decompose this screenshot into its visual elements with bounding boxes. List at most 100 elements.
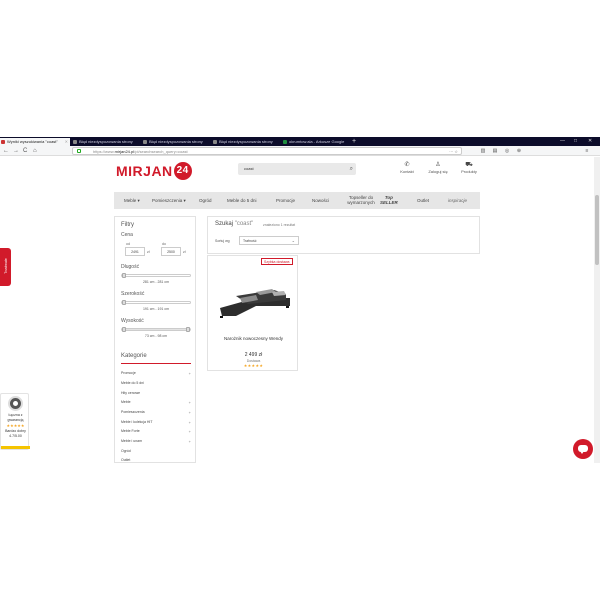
browser-window: Wyniki wyszukiwania "coast" ✕ Błąd niezd… — [0, 137, 600, 463]
trust-widget[interactable]: Łączna z gwarancją ★★★★★ Bardzo dobry 4.… — [0, 393, 30, 450]
nav-ogrod[interactable]: Ogród — [199, 192, 212, 209]
lock-icon — [77, 149, 81, 153]
phone-icon: ✆ — [404, 162, 410, 168]
category-meble-unam[interactable]: Meble i unam + — [121, 439, 191, 444]
side-rating-tab[interactable]: Trustmate — [0, 248, 11, 286]
logo-badge: 24 — [173, 162, 192, 180]
trust-line4: 4.7/5.00 — [9, 433, 22, 438]
price-from-input[interactable]: 2491 — [125, 247, 145, 256]
category-promocje[interactable]: Promocje + — [121, 371, 191, 376]
chevron-down-icon: ⌄ — [291, 238, 295, 243]
url-prefix: https://www. — [93, 149, 115, 154]
close-window-icon[interactable]: ✕ — [588, 137, 592, 146]
nav-outlet[interactable]: Outlet — [417, 192, 429, 209]
category-outlet[interactable]: Outlet — [121, 458, 191, 462]
results-header: Szukaj "coast" znaleziono 1 rezultat Sor… — [207, 216, 480, 254]
tab-search-results[interactable]: Wyniki wyszukiwania "coast" ✕ — [0, 138, 70, 146]
topseller-line2: wymarzonych — [347, 200, 375, 205]
category-label: Meble i kolekcja HIT — [121, 420, 153, 424]
close-tab-icon[interactable]: ✕ — [65, 138, 68, 146]
scrollbar-thumb[interactable] — [595, 195, 599, 265]
tab-error-1[interactable]: Błąd niezdyspozowania strony — [72, 138, 140, 146]
product-name[interactable]: Narożnik nowoczesny Wendy — [208, 336, 299, 341]
contact-link[interactable]: ✆ Kontakt — [395, 162, 419, 174]
category-ogrod[interactable]: Ogród — [121, 449, 191, 453]
tab-error-3[interactable]: Błąd niezdyspozowania strony — [212, 138, 280, 146]
filters-sidebar: Filtry Cena od do 2491 zł 2500 zł Długoś… — [114, 216, 196, 463]
browser-toolbar: ← → C ⌂ https://www.mirjan24.pl/pl/searc… — [0, 146, 600, 156]
nav-topseller[interactable]: Topseller do wymarzonych — [344, 195, 378, 212]
address-bar[interactable]: https://www.mirjan24.pl/pl/searchsearch_… — [72, 147, 462, 155]
categories-title: Kategorie — [121, 353, 147, 359]
category-meble-forte[interactable]: Meble Forte + — [121, 429, 191, 434]
sidebar-icon[interactable]: ▤ — [492, 148, 498, 154]
search-icon[interactable]: ⌕ — [350, 165, 353, 173]
cart-link[interactable]: ⛟ Produkty — [457, 162, 481, 174]
maximize-icon[interactable]: □ — [574, 137, 577, 146]
logo-text: MIRJAN — [116, 163, 173, 179]
reload-button[interactable]: C — [23, 147, 27, 155]
login-link[interactable]: ♙ Zaloguj się — [426, 162, 450, 174]
tab-error-2[interactable]: Błąd niezdyspozowania strony — [142, 138, 210, 146]
category-pomieszczenia[interactable]: Pomieszczenia + — [121, 410, 191, 415]
category-meble-5-dni[interactable]: Meble do 5 dni — [121, 381, 191, 385]
home-button[interactable]: ⌂ — [33, 147, 37, 155]
fast-delivery-badge: Szybka dostawa — [261, 258, 293, 265]
favicon-icon — [143, 140, 147, 144]
search-input[interactable]: coast ⌕ — [238, 163, 356, 175]
length-range: 281 cm - 281 cm — [142, 280, 170, 284]
width-slider[interactable] — [121, 300, 191, 305]
filters-title: Filtry — [121, 222, 134, 228]
sheets-favicon-icon — [283, 140, 287, 144]
nav-promocje[interactable]: Promocje — [276, 192, 295, 209]
expand-icon[interactable]: + — [189, 429, 191, 434]
site-logo[interactable]: MIRJAN 24 — [116, 162, 192, 180]
slider-handle-min[interactable] — [122, 327, 126, 332]
category-hit[interactable]: Meble i kolekcja HIT + — [121, 420, 191, 425]
page-actions-icon[interactable]: ··· ☆ — [449, 148, 458, 155]
tab-title: okrumtow.ala - Arkusze Google — [289, 139, 345, 144]
nav-meble-5-dni[interactable]: Meble do 5 dni — [227, 192, 257, 209]
expand-icon[interactable]: + — [189, 420, 191, 425]
shield-icon[interactable]: ◎ — [504, 148, 510, 154]
height-range: 73 cm - 98 cm — [144, 334, 168, 338]
nav-inspiracje[interactable]: inspiracje — [448, 192, 467, 209]
chat-icon[interactable] — [573, 439, 593, 459]
slider-handle[interactable] — [122, 273, 126, 278]
trust-text-top: Łączna z gwarancją — [1, 413, 30, 422]
menu-icon[interactable]: ≡ — [584, 148, 590, 154]
minimize-icon[interactable]: — — [560, 137, 565, 146]
forward-button[interactable]: → — [13, 147, 19, 155]
product-price: 2 499 zł — [244, 352, 263, 358]
sort-dropdown[interactable]: Trafność ⌄ — [239, 236, 299, 245]
library-icon[interactable]: ▥ — [480, 148, 486, 154]
category-hity-cenowe[interactable]: Hity cenowe — [121, 391, 191, 395]
topseller-badge-seller: SELLER — [380, 200, 398, 205]
category-meble[interactable]: Meble + — [121, 400, 191, 405]
side-tab-label: Trustmate — [4, 258, 8, 274]
back-button[interactable]: ← — [3, 147, 9, 155]
extension-icon[interactable]: ⊕ — [516, 148, 522, 154]
tab-google-sheets[interactable]: okrumtow.ala - Arkusze Google — [282, 138, 350, 146]
expand-icon[interactable]: + — [189, 371, 191, 376]
expand-icon[interactable]: + — [189, 439, 191, 444]
expand-icon[interactable]: + — [189, 410, 191, 415]
tab-title: Wyniki wyszukiwania "coast" — [7, 139, 58, 144]
slider-handle[interactable] — [122, 300, 126, 305]
product-card[interactable]: Szybka dostawa Narożnik nowoczesny Wendy… — [207, 255, 298, 371]
tab-title: Błąd niezdyspozowania strony — [79, 139, 133, 144]
new-tab-button[interactable]: + — [352, 137, 356, 146]
product-image[interactable] — [216, 286, 292, 320]
nav-nowosci[interactable]: Nowości — [312, 192, 329, 209]
search-title-prefix: Szukaj — [215, 221, 234, 227]
price-to-input[interactable]: 2500 — [161, 247, 181, 256]
length-slider[interactable] — [121, 273, 191, 278]
expand-icon[interactable]: + — [189, 400, 191, 405]
trust-bar — [1, 446, 30, 449]
nav-pomieszczenia[interactable]: Pomieszczenia ▾ — [152, 192, 186, 209]
category-label: Promocje — [121, 371, 136, 375]
favicon-icon — [73, 140, 77, 144]
slider-handle-max[interactable] — [186, 327, 190, 332]
height-slider[interactable] — [121, 327, 191, 332]
nav-meble[interactable]: Meble ▾ — [124, 192, 140, 209]
